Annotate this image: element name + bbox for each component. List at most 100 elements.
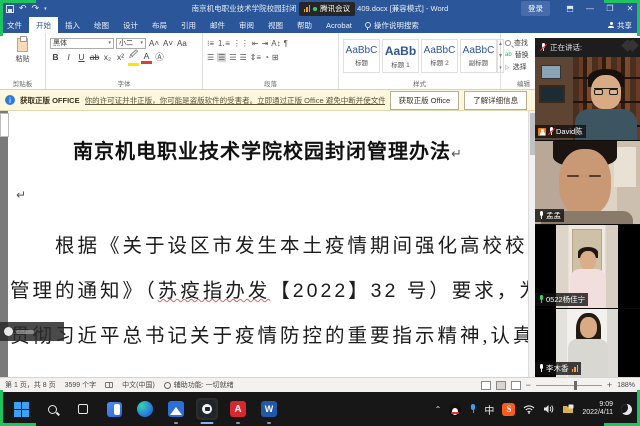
docs-app-button[interactable] [165, 398, 187, 420]
clipboard-group-label: 剪贴板 [0, 78, 45, 88]
video-tile-4[interactable]: 李木香 [535, 309, 640, 377]
tab-mailings[interactable]: 邮件 [203, 17, 232, 33]
borders-icon[interactable]: ⊞ [272, 53, 279, 62]
tab-layout[interactable]: 布局 [145, 17, 174, 33]
edge-browser-button[interactable] [134, 398, 156, 420]
tab-help[interactable]: 帮助 [290, 17, 319, 33]
italic-button[interactable]: I [63, 52, 74, 62]
justify-icon[interactable]: ☰ [240, 53, 247, 62]
read-mode-icon[interactable] [481, 381, 491, 390]
share-border-bottom-left [0, 390, 36, 426]
font-color-button[interactable]: A [141, 51, 152, 64]
tray-overflow-chevron[interactable]: ⌃ [435, 405, 442, 414]
license-title: 获取正版 OFFICE [20, 95, 80, 106]
character-border-icon[interactable]: Ⓐ [154, 51, 165, 63]
bold-button[interactable]: B [50, 52, 61, 62]
sort-icon[interactable]: A↕ [271, 39, 280, 48]
accessibility-status[interactable]: 辅助功能: 一切就绪 [164, 380, 234, 390]
ribbon-display-options-icon[interactable]: ⬒ [560, 0, 580, 17]
show-marks-icon[interactable]: ¶ [284, 39, 288, 48]
numbering-icon[interactable]: ⒈≡ [217, 38, 230, 49]
sogou-input-icon[interactable]: S [502, 403, 515, 416]
increase-indent-icon[interactable]: ⇥ [262, 39, 269, 48]
tencent-meeting-button[interactable] [196, 398, 218, 420]
speaker-icon[interactable] [543, 404, 554, 414]
tell-me-search[interactable]: 操作说明搜索 [359, 17, 425, 33]
word-app-button[interactable]: W [258, 398, 280, 420]
font-size-combo[interactable]: 小二▾ [116, 38, 146, 49]
license-message-link[interactable]: 你的许可证并非正版，你可能是盗版软件的受害者。立即通过正版 Office 避免中… [85, 95, 385, 106]
sign-in-button[interactable]: 登录 [521, 1, 550, 16]
wifi-icon[interactable] [523, 404, 535, 414]
bullets-icon[interactable]: ⁝≡ [207, 39, 214, 48]
shrink-font-icon[interactable]: A˅ [162, 39, 174, 48]
video-tile-2[interactable]: 孟孟 [535, 141, 640, 224]
line-spacing-icon[interactable]: ⇕≡ [250, 53, 261, 62]
underline-button[interactable]: U [76, 52, 87, 62]
tab-review[interactable]: 审阅 [232, 17, 261, 33]
zoom-in-button[interactable]: + [607, 380, 612, 390]
web-layout-icon[interactable] [511, 381, 521, 390]
style-card-title[interactable]: AaBbC 标题 [343, 39, 380, 73]
highlight-color-button[interactable]: 🖉 [128, 49, 139, 66]
print-layout-icon[interactable] [496, 381, 506, 390]
subscript-button[interactable]: x₂ [102, 52, 113, 62]
tab-design[interactable]: 设计 [116, 17, 145, 33]
tab-references[interactable]: 引用 [174, 17, 203, 33]
mic-muted-icon[interactable] [540, 43, 546, 52]
video-tile-3[interactable]: 0522杨佳宁 [535, 225, 640, 308]
video-tile-1[interactable]: David陈 [535, 57, 640, 140]
tab-view[interactable]: 视图 [261, 17, 290, 33]
folder-notification-icon[interactable] [562, 404, 574, 414]
meeting-status-pill[interactable]: 腾讯会议 [299, 2, 356, 16]
docs-app-icon [168, 401, 184, 417]
zoom-slider[interactable] [536, 385, 602, 386]
proofing-icon[interactable] [105, 382, 113, 388]
style-card-heading1[interactable]: AaBb 标题 1 [382, 39, 419, 73]
overlay-avatar-icon [4, 327, 13, 336]
superscript-button[interactable]: x² [115, 52, 126, 62]
decrease-indent-icon[interactable]: ⇤ [252, 39, 259, 48]
find-label: 查找 [514, 38, 528, 48]
page-indicator[interactable]: 第 1 页，共 8 页 [5, 380, 56, 390]
acrobat-button[interactable]: A [227, 398, 249, 420]
shading-icon[interactable]: ◔ [264, 53, 269, 62]
language-indicator[interactable]: 中文(中国) [122, 380, 155, 390]
widgets-button[interactable] [103, 398, 125, 420]
task-view-button[interactable] [72, 398, 94, 420]
vertical-scrollbar[interactable] [528, 111, 535, 377]
grow-font-icon[interactable]: A˄ [148, 39, 160, 48]
host-badge-icon [538, 128, 546, 136]
align-left-icon[interactable]: ☰ [207, 53, 214, 62]
tab-draw[interactable]: 绘图 [87, 17, 116, 33]
style-card-subtitle[interactable]: AaBbC 副标题 [460, 39, 497, 73]
get-genuine-office-button[interactable]: 获取正版 Office [390, 91, 460, 110]
input-method-indicator[interactable]: 中 [484, 402, 494, 417]
minimize-button[interactable]: — [580, 0, 600, 17]
zoom-slider-thumb[interactable] [574, 381, 577, 390]
multilevel-list-icon[interactable]: ⋮⋮ [233, 39, 249, 48]
word-count[interactable]: 3599 个字 [65, 380, 97, 390]
mic-active-icon [538, 295, 544, 304]
tab-insert[interactable]: 插入 [58, 17, 87, 33]
style-card-heading2[interactable]: AaBbC 标题 2 [421, 39, 458, 73]
align-center-icon[interactable]: ☰ [217, 53, 226, 62]
zoom-out-button[interactable]: − [526, 380, 531, 390]
font-name-combo[interactable]: 黑体▾ [50, 38, 114, 49]
strikethrough-button[interactable]: ab [89, 52, 100, 62]
mic-icon [538, 364, 544, 373]
acrobat-icon: A [230, 401, 246, 417]
meeting-overlay-chip[interactable] [0, 322, 64, 341]
taskbar-search-button[interactable] [41, 398, 63, 420]
change-case-icon[interactable]: Aa [176, 39, 188, 48]
learn-more-button[interactable]: 了解详细信息 [464, 91, 527, 110]
align-right-icon[interactable]: ☰ [229, 53, 236, 62]
zoom-level[interactable]: 188% [617, 382, 635, 389]
styles-group-label: 样式 [339, 78, 500, 88]
paste-button[interactable]: 粘贴 [4, 38, 41, 64]
tab-acrobat[interactable]: Acrobat [319, 17, 359, 33]
voice-input-icon[interactable] [469, 404, 476, 414]
shared-desktop: ↶ ↷ ▾ 南京机电职业技术学院校园封闭 腾讯会议 409.docx [兼容模式… [0, 0, 640, 426]
meeting-pill-label: 腾讯会议 [320, 3, 350, 14]
qq-icon[interactable] [449, 403, 461, 416]
